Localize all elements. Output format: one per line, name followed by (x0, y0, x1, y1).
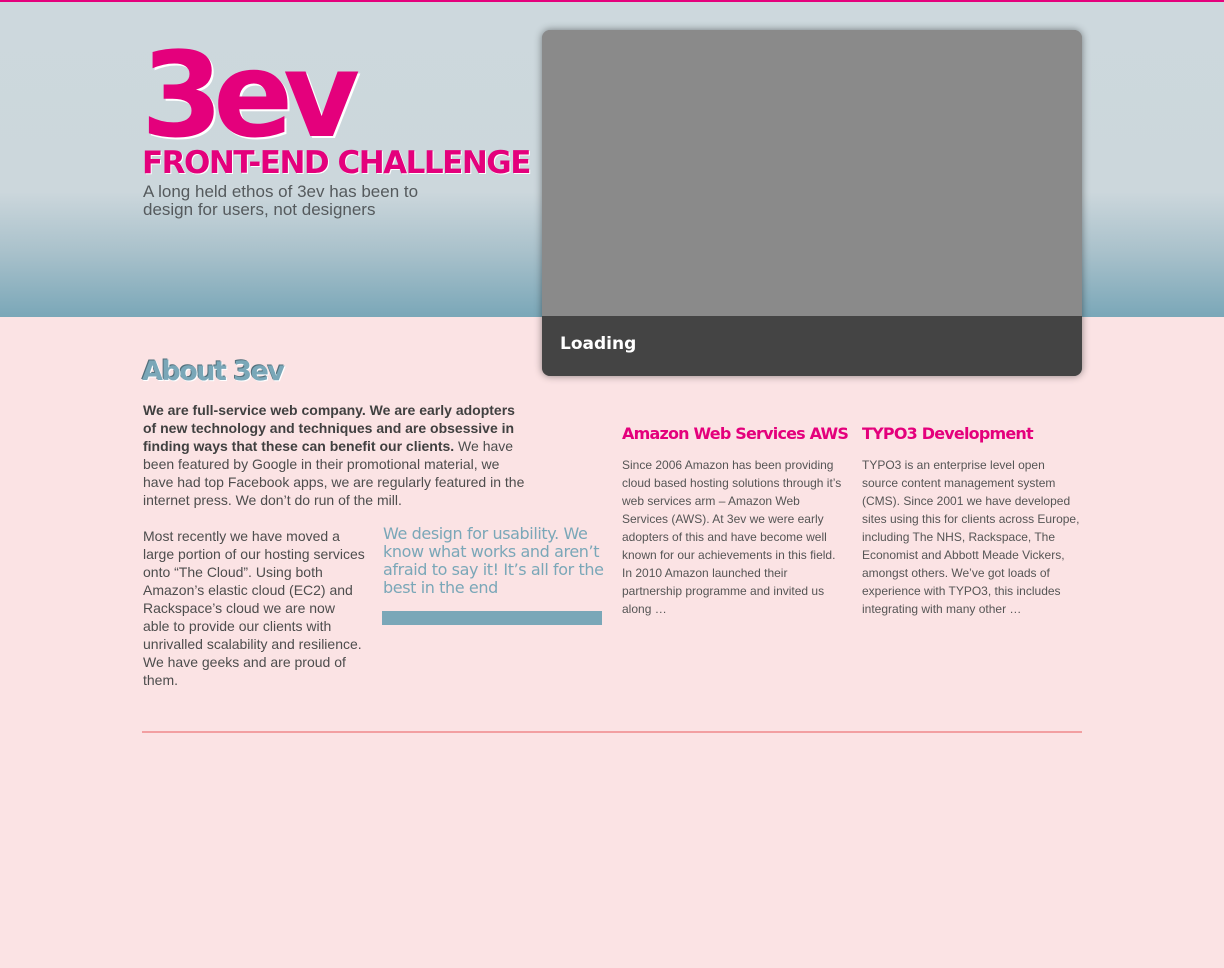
slide-image[interactable] (542, 30, 1082, 316)
typo3-description: TYPO3 is an enterprise level open source… (862, 458, 1080, 616)
slideshow[interactable]: Loading (542, 30, 1082, 376)
page-title: FRONT-END CHALLENGE (142, 145, 531, 181)
section-divider (142, 731, 1082, 733)
about-cloud-paragraph: Most recently we have moved a large port… (143, 528, 365, 688)
slide-caption: Loading (560, 334, 637, 354)
typo3-heading[interactable]: TYPO3 Development (862, 423, 1034, 445)
about-heading: About 3ev (142, 356, 285, 387)
aws-heading[interactable]: Amazon Web Services AWS (622, 423, 849, 445)
slide-caption-bar: Loading (542, 316, 1082, 376)
quote-underline-bar (382, 611, 602, 625)
usability-quote: We design for usability. We know what wo… (383, 524, 604, 597)
logo[interactable]: 3ev (141, 36, 360, 154)
aws-description: Since 2006 Amazon has been providing clo… (622, 458, 842, 616)
tagline: A long held ethos of 3ev has been to des… (143, 182, 419, 219)
about-intro-paragraph: We are full-service web company. We are … (143, 401, 525, 509)
